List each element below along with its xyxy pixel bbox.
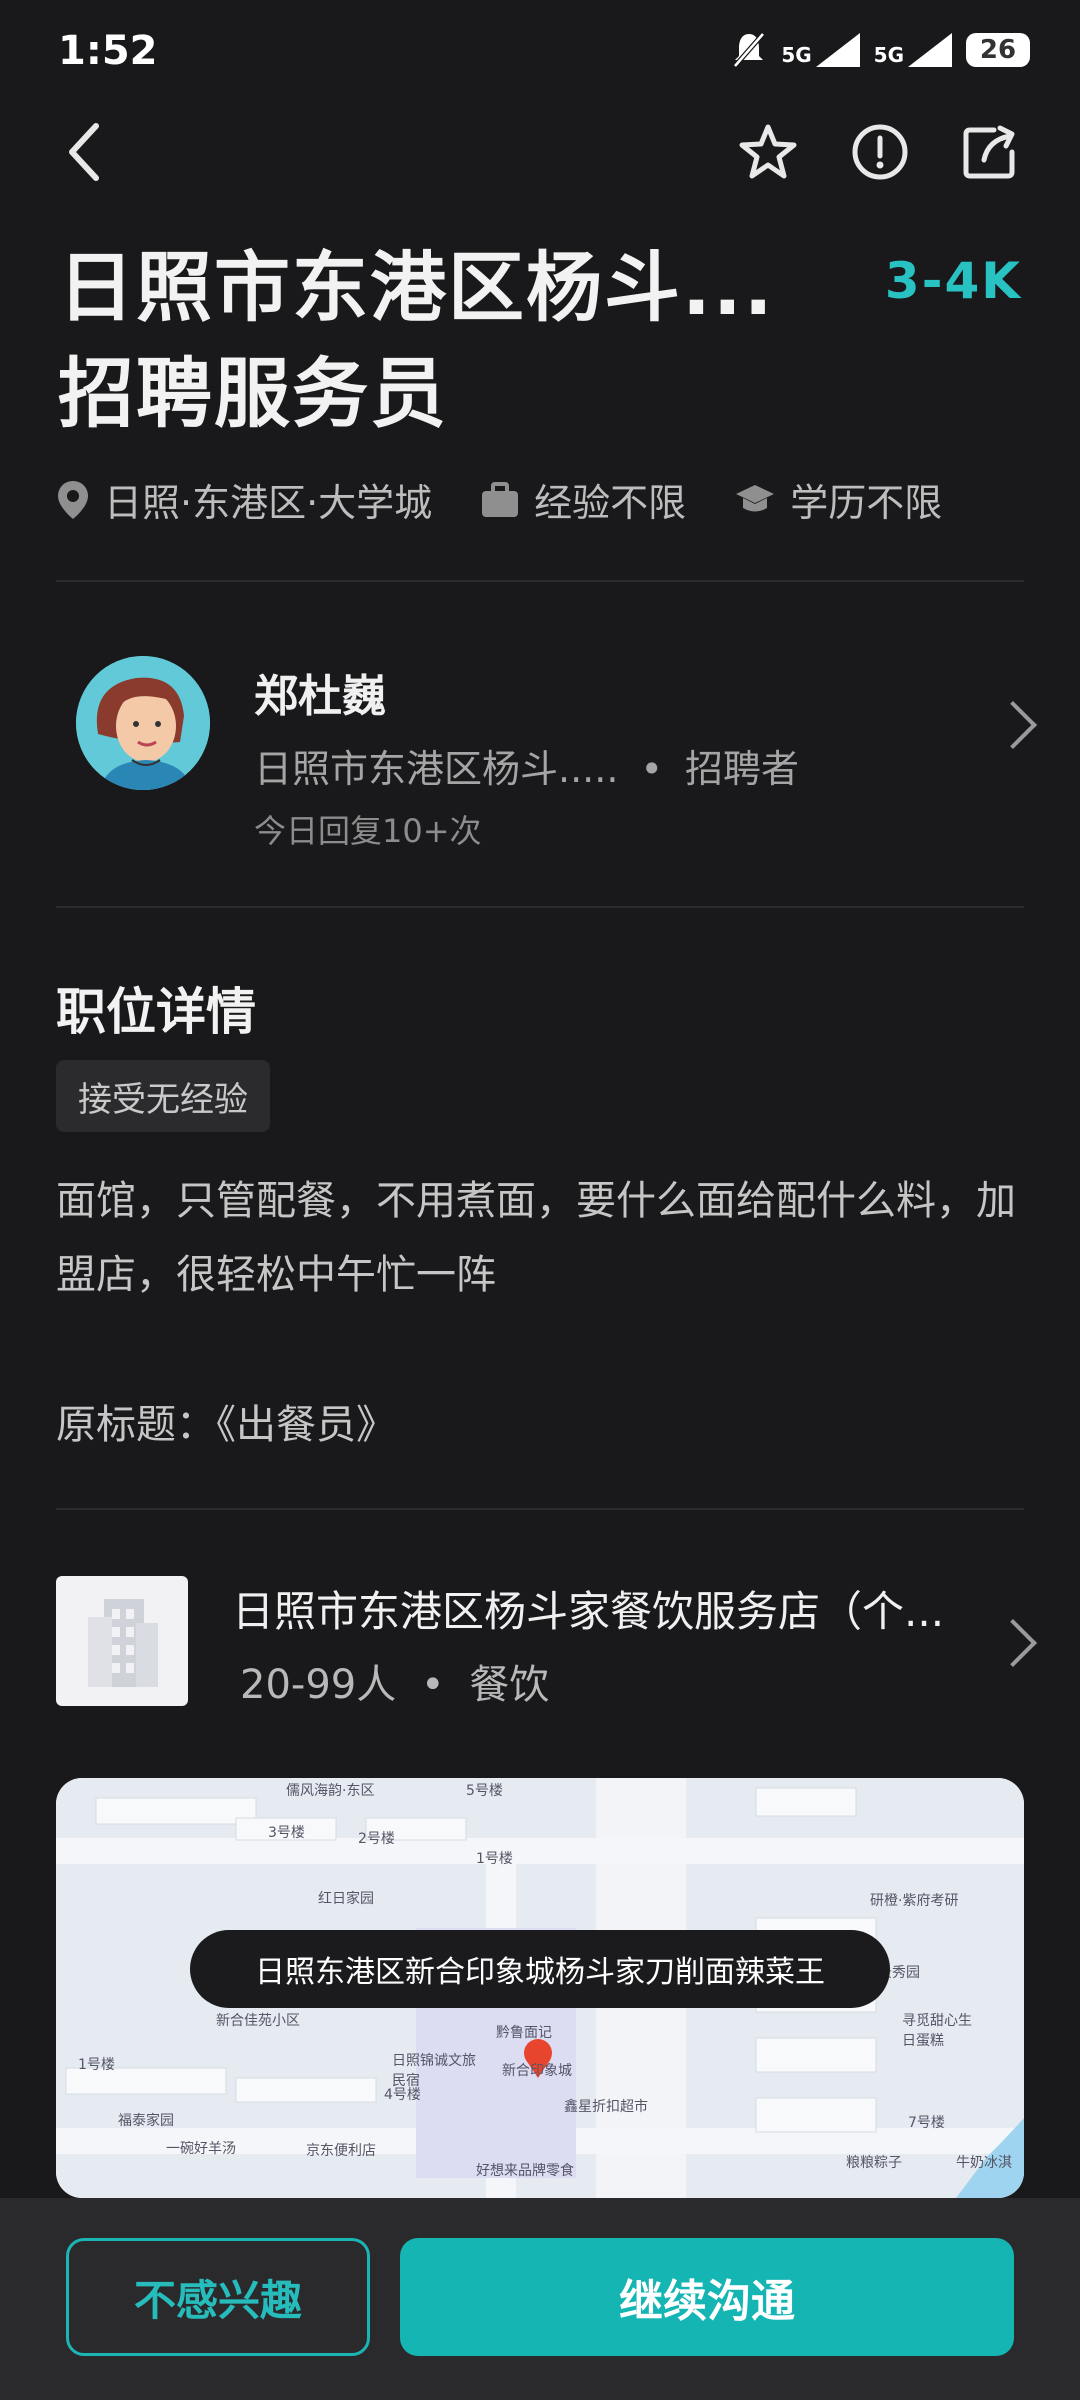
- job-title: 日照市东港区杨斗...招聘服务员: [58, 243, 775, 438]
- recruiter-company: 日照市东港区杨斗.....: [254, 747, 619, 791]
- signal-bars-icon: [815, 33, 860, 67]
- map-label: 黔鲁面记: [496, 2025, 552, 2041]
- map-label: 2号楼: [358, 1831, 395, 1847]
- report-button[interactable]: [848, 120, 912, 184]
- map-label: 研橙·紫府考研: [870, 1893, 959, 1909]
- map-label: 粮粮粽子: [846, 2155, 902, 2171]
- tag-no-experience: 接受无经验: [56, 1060, 270, 1132]
- location-pin-icon: [58, 480, 88, 519]
- signal-2-label: 5G: [873, 43, 904, 67]
- job-meta: 日照·东港区·大学城 经验不限 学历不限: [56, 472, 990, 527]
- recruiter-name: 郑杜巍: [254, 671, 386, 722]
- map-label: 7号楼: [908, 2115, 945, 2131]
- building-icon: [88, 1599, 158, 1687]
- mute-bell-icon: [733, 32, 766, 68]
- separator-dot: •: [640, 747, 663, 791]
- favorite-button[interactable]: [736, 120, 800, 184]
- section-title-details: 职位详情: [56, 983, 256, 1041]
- not-interested-button[interactable]: 不感兴趣: [66, 2238, 370, 2356]
- job-location-text: 日照·东港区·大学城: [104, 481, 433, 525]
- company-size: 20-99人: [240, 1662, 397, 1708]
- recruiter-avatar-image: [76, 656, 210, 790]
- status-bar: 1:52 5G 5G 26: [0, 0, 1080, 110]
- map-label: 京东便利店: [306, 2143, 376, 2159]
- job-experience-text: 经验不限: [534, 481, 687, 525]
- divider: [56, 580, 1024, 582]
- back-arrow-icon: [69, 123, 99, 181]
- battery-icon: 26: [966, 33, 1030, 67]
- recruiter-subtitle: 日照市东港区杨斗..... • 招聘者: [254, 738, 799, 793]
- divider: [56, 1508, 1024, 1510]
- recruiter-role: 招聘者: [685, 747, 800, 791]
- map-label: 寻觅甜心生日蛋糕: [902, 2013, 972, 2049]
- back-button[interactable]: [52, 120, 116, 184]
- status-icons: 5G 5G 26: [731, 30, 1030, 70]
- company-meta: 20-99人 • 餐饮: [240, 1652, 549, 1710]
- star-icon: [739, 124, 797, 179]
- map-label: 儒风海韵·东区: [286, 1783, 375, 1799]
- map-label: 新合佳苑小区: [216, 2013, 300, 2029]
- map-label: 鑫星折扣超市: [564, 2099, 648, 2115]
- job-education: 学历不限: [734, 472, 942, 527]
- report-warning-icon: [852, 124, 908, 180]
- original-title: 原标题：《出餐员》: [56, 1402, 396, 1448]
- graduation-cap-icon: [736, 484, 775, 511]
- map-label: 新合印象城: [502, 2063, 572, 2079]
- status-time: 1:52: [58, 28, 158, 74]
- map-label: 3号楼: [268, 1825, 305, 1841]
- continue-chat-button[interactable]: 继续沟通: [400, 2238, 1014, 2356]
- company-industry: 餐饮: [469, 1662, 550, 1708]
- map-location-bubble[interactable]: 日照东港区新合印象城杨斗家刀削面辣菜王: [190, 1930, 890, 2008]
- company-name: 日照市东港区杨斗家餐饮服务店（个...: [232, 1587, 945, 1636]
- map-label: 1号楼: [476, 1851, 513, 1867]
- separator-dot: •: [420, 1662, 445, 1708]
- map-label: 4号楼: [384, 2087, 421, 2103]
- map-label: 好想来品牌零食: [476, 2163, 574, 2179]
- map-label: 牛奶冰淇: [956, 2155, 1012, 2171]
- signal-1-label: 5G: [781, 43, 812, 67]
- job-experience: 经验不限: [480, 472, 686, 527]
- share-icon: [963, 125, 1015, 179]
- briefcase-icon: [482, 481, 519, 517]
- recruiter-reply-rate: 今日回复10+次: [254, 812, 482, 850]
- signal-1: 5G: [781, 33, 860, 67]
- map-label: 一碗好羊汤: [166, 2141, 236, 2157]
- signal-2: 5G: [874, 33, 952, 67]
- job-description: 面馆，只管配餐，不用煮面，要什么面给配什么料，加盟店，很轻松中午忙一阵: [56, 1178, 1016, 1298]
- job-location: 日照·东港区·大学城: [56, 472, 432, 527]
- share-button[interactable]: [958, 120, 1022, 184]
- company-logo: [56, 1576, 188, 1706]
- signal-bars-icon: [908, 33, 952, 67]
- job-salary: 3-4K: [884, 252, 1022, 310]
- map-label: 1号楼: [78, 2057, 115, 2073]
- map-label: 红日家园: [318, 1891, 374, 1907]
- job-education-text: 学历不限: [790, 481, 943, 525]
- avatar: [76, 656, 210, 790]
- divider: [56, 906, 1024, 908]
- map-label: 福泰家园: [118, 2113, 174, 2129]
- map-label: 5号楼: [466, 1783, 503, 1799]
